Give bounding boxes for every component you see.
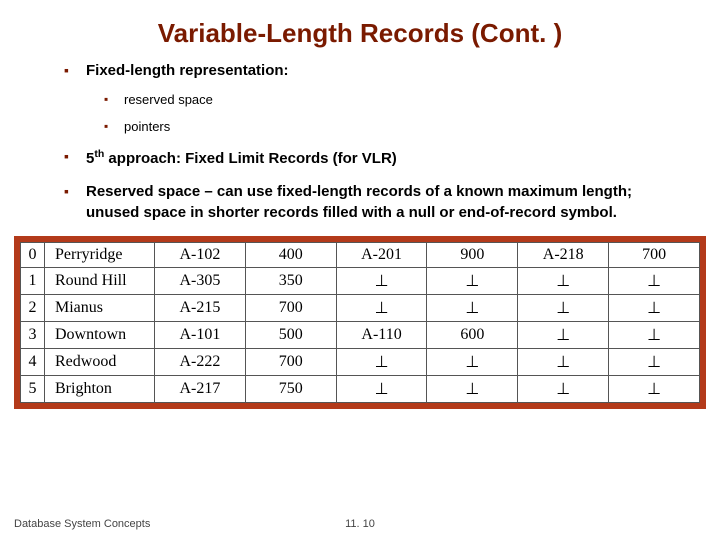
footer-source: Database System Concepts	[14, 518, 150, 530]
records-table-frame: 0 Perryridge A-102 400 A-201 900 A-218 7…	[14, 236, 706, 409]
slide-body: Fixed-length representation: reserved sp…	[0, 61, 720, 224]
cell-code: A-102	[155, 242, 246, 267]
table-row: 0 Perryridge A-102 400 A-201 900 A-218 7…	[21, 242, 700, 267]
table-row: 4 Redwood A-222 700 ⊥ ⊥ ⊥ ⊥	[21, 348, 700, 375]
table-row: 3 Downtown A-101 500 A-110 600 ⊥ ⊥	[21, 321, 700, 348]
cell-name: Downtown	[45, 321, 155, 348]
bullet-text: Fixed-length representation:	[86, 62, 289, 79]
cell-null: ⊥	[609, 321, 700, 348]
slide-title: Variable-Length Records (Cont. )	[0, 0, 720, 61]
cell-null: ⊥	[518, 267, 609, 294]
cell-null: ⊥	[609, 267, 700, 294]
cell-value: 750	[245, 375, 336, 402]
cell-value: 400	[245, 242, 336, 267]
cell-null: ⊥	[518, 321, 609, 348]
cell-null: ⊥	[518, 294, 609, 321]
cell-index: 5	[21, 375, 45, 402]
cell-code: A-215	[155, 294, 246, 321]
cell-null: ⊥	[609, 294, 700, 321]
cell-name: Redwood	[45, 348, 155, 375]
table-row: 1 Round Hill A-305 350 ⊥ ⊥ ⊥ ⊥	[21, 267, 700, 294]
cell-value: 350	[245, 267, 336, 294]
cell-code: A-201	[336, 242, 427, 267]
ordinal-sup: th	[94, 148, 104, 160]
cell-name: Mianus	[45, 294, 155, 321]
cell-name: Perryridge	[45, 242, 155, 267]
cell-index: 4	[21, 348, 45, 375]
bullet-text-post: approach: Fixed Limit Records (for VLR)	[104, 150, 397, 167]
table-row: 5 Brighton A-217 750 ⊥ ⊥ ⊥ ⊥	[21, 375, 700, 402]
cell-index: 0	[21, 242, 45, 267]
cell-null: ⊥	[427, 267, 518, 294]
cell-name: Round Hill	[45, 267, 155, 294]
subbullet-pointers: pointers	[104, 119, 680, 136]
cell-code: A-305	[155, 267, 246, 294]
cell-index: 2	[21, 294, 45, 321]
cell-name: Brighton	[45, 375, 155, 402]
cell-code: A-110	[336, 321, 427, 348]
cell-value: 700	[245, 348, 336, 375]
subbullet-reserved-space: reserved space	[104, 92, 680, 109]
cell-code: A-218	[518, 242, 609, 267]
cell-null: ⊥	[518, 348, 609, 375]
cell-null: ⊥	[336, 375, 427, 402]
slide-footer: Database System Concepts 11. 10	[14, 518, 706, 530]
footer-page-number: 11. 10	[345, 518, 375, 530]
cell-index: 1	[21, 267, 45, 294]
cell-null: ⊥	[427, 375, 518, 402]
table-row: 2 Mianus A-215 700 ⊥ ⊥ ⊥ ⊥	[21, 294, 700, 321]
cell-null: ⊥	[336, 294, 427, 321]
cell-null: ⊥	[427, 348, 518, 375]
cell-null: ⊥	[609, 375, 700, 402]
cell-value: 900	[427, 242, 518, 267]
bullet-5th-approach: 5th approach: Fixed Limit Records (for V…	[64, 147, 680, 170]
cell-value: 700	[245, 294, 336, 321]
cell-value: 700	[609, 242, 700, 267]
cell-value: 600	[427, 321, 518, 348]
cell-code: A-217	[155, 375, 246, 402]
bullet-fixed-length: Fixed-length representation: reserved sp…	[64, 61, 680, 135]
cell-index: 3	[21, 321, 45, 348]
records-table: 0 Perryridge A-102 400 A-201 900 A-218 7…	[20, 242, 700, 403]
cell-null: ⊥	[336, 348, 427, 375]
cell-null: ⊥	[609, 348, 700, 375]
cell-code: A-101	[155, 321, 246, 348]
cell-null: ⊥	[336, 267, 427, 294]
cell-code: A-222	[155, 348, 246, 375]
cell-null: ⊥	[518, 375, 609, 402]
bullet-reserved-space-desc: Reserved space – can use fixed-length re…	[64, 182, 680, 223]
cell-null: ⊥	[427, 294, 518, 321]
cell-value: 500	[245, 321, 336, 348]
